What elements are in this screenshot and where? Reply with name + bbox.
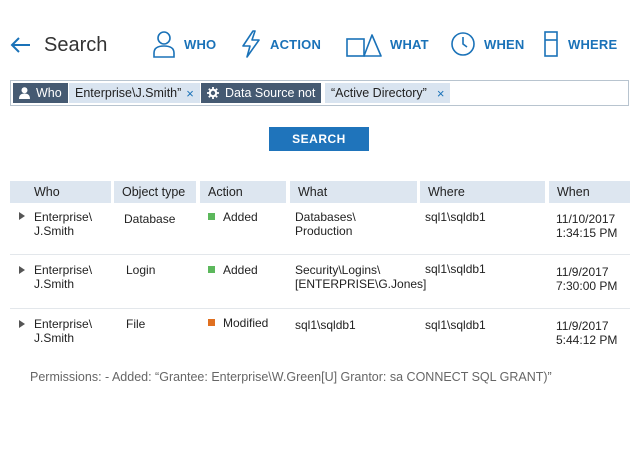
table-row[interactable]: Enterprise\ J.Smith File Modified sql1\sq… (10, 310, 630, 364)
tab-where-label: WHERE (568, 36, 618, 52)
row-where: sql1\sqldb1 (425, 262, 486, 276)
server-icon (542, 29, 560, 59)
expand-arrow-icon[interactable] (19, 320, 25, 328)
clock-icon (450, 29, 476, 59)
column-header-where[interactable]: Where (420, 181, 545, 203)
shapes-icon (346, 29, 382, 59)
status-dot (208, 266, 215, 273)
search-filter-bar[interactable]: Who Enterprise\J.Smith” × Data Source no… (10, 80, 629, 106)
status-dot (208, 213, 215, 220)
row-who: Enterprise\ J.Smith (34, 263, 93, 291)
column-header-when[interactable]: When (549, 181, 630, 203)
expand-arrow-icon[interactable] (19, 212, 25, 220)
lightning-icon (240, 29, 262, 59)
row-when: 11/9/2017 7:30:00 PM (556, 265, 618, 293)
column-header-action[interactable]: Action (200, 181, 286, 203)
filter-who-value[interactable]: Enterprise\J.Smith” × (69, 83, 200, 103)
tab-when-label: WHEN (484, 36, 525, 52)
row-when: 11/10/2017 1:34:15 PM (556, 212, 618, 240)
filter-datasource-key[interactable]: Data Source not (201, 83, 322, 103)
details-text: Permissions: - Added: “Grantee: Enterpri… (30, 370, 552, 384)
close-icon[interactable]: × (437, 86, 445, 101)
row-divider (10, 308, 630, 309)
filter-datasource-value[interactable]: “Active Directory” × (325, 83, 451, 103)
filter-datasource-value-text: “Active Directory” (331, 86, 427, 100)
row-where: sql1\sqldb1 (425, 210, 486, 224)
row-who: Enterprise\ J.Smith (34, 210, 93, 238)
filter-who-value-text: Enterprise\J.Smith” (75, 86, 182, 100)
filter-who-key-label: Who (36, 86, 62, 100)
tab-what-label: WHAT (390, 36, 429, 52)
tab-where[interactable]: WHERE (542, 26, 617, 62)
table-row[interactable]: Enterprise\ J.Smith Login Added Security\… (10, 256, 630, 310)
row-what: sql1\sqldb1 (295, 318, 356, 332)
person-icon (152, 29, 176, 59)
status-dot (208, 319, 215, 326)
tab-who-label: WHO (184, 36, 217, 52)
search-button[interactable]: SEARCH (269, 127, 369, 151)
gear-icon (207, 87, 219, 99)
row-what: Databases\ Production (295, 210, 356, 238)
close-icon[interactable]: × (186, 86, 194, 101)
tab-who[interactable]: WHO (152, 26, 216, 62)
row-when: 11/9/2017 5:44:12 PM (556, 319, 618, 347)
row-object-type: Database (124, 212, 176, 226)
row-object-type: Login (126, 263, 156, 277)
filter-who-key[interactable]: Who (13, 83, 68, 103)
back-arrow-icon[interactable] (8, 32, 34, 58)
person-icon (19, 87, 30, 99)
row-action: Modified (208, 316, 268, 330)
row-action: Added (208, 210, 258, 224)
table-row[interactable]: Enterprise\ J.Smith Database Added Databa… (10, 203, 630, 257)
tab-action-label: ACTION (270, 36, 322, 52)
row-divider (10, 254, 630, 255)
expand-arrow-icon[interactable] (19, 266, 25, 274)
tab-action[interactable]: ACTION (240, 26, 321, 62)
top-bar: Search WHO ACTION WHAT WHEN WHERE (0, 26, 640, 66)
row-object-type: File (126, 317, 146, 331)
row-what: Security\Logins\ [ENTERPRISE\G.Jones] (295, 263, 427, 291)
page-title: Search (44, 34, 108, 56)
row-where: sql1\sqldb1 (425, 318, 486, 332)
column-header-who[interactable]: Who (10, 181, 111, 203)
tab-when[interactable]: WHEN (450, 26, 525, 62)
filter-datasource-key-label: Data Source not (225, 86, 316, 100)
column-header-what[interactable]: What (290, 181, 417, 203)
row-action: Added (208, 263, 258, 277)
row-who: Enterprise\ J.Smith (34, 317, 93, 345)
tab-what[interactable]: WHAT (346, 26, 429, 62)
column-header-object-type[interactable]: Object type (114, 181, 196, 203)
